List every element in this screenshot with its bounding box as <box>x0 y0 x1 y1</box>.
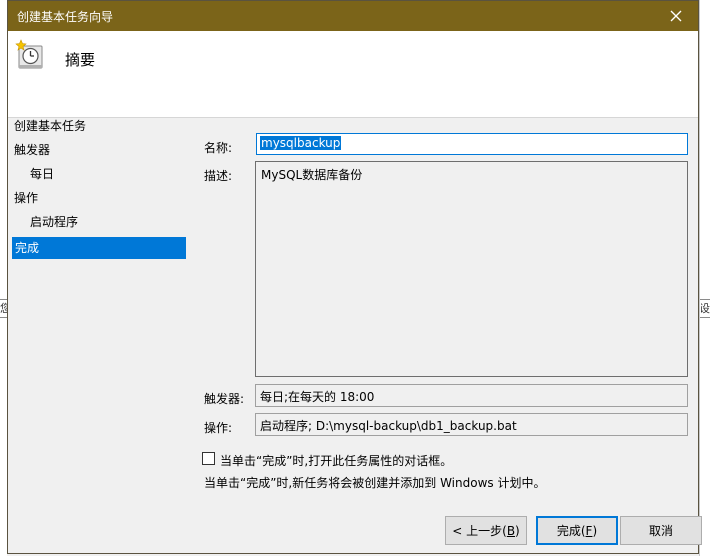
name-label: 名称: <box>204 141 233 155</box>
nav-item-create-basic-task[interactable]: 创建基本任务 <box>14 115 86 137</box>
nav-item-trigger[interactable]: 触发器 <box>14 139 50 161</box>
background-row-line <box>700 317 710 318</box>
action-value: 启动程序; D:\mysql-backup\db1_backup.bat <box>260 419 517 433</box>
title-bar[interactable]: 创建基本任务向导 <box>8 1 698 31</box>
page-title: 摘要 <box>65 51 96 69</box>
description-value: MySQL数据库备份 <box>261 168 363 182</box>
task-clock-icon <box>15 39 43 69</box>
background-row-line <box>0 299 7 300</box>
finish-info-text: 当单击“完成”时,新任务将会被创建并添加到 Windows 计划中。 <box>204 476 546 490</box>
background-row-line <box>0 317 7 318</box>
background-row-line <box>700 299 710 300</box>
trigger-value: 每日;在每天的 18:00 <box>260 390 375 404</box>
open-properties-checkbox[interactable] <box>202 452 215 465</box>
wizard-dialog: 创建基本任务向导 摘要 创建基本任务 触发器 每日 操作 启动程序 完成 名称:… <box>7 0 702 554</box>
open-properties-label[interactable]: 当单击“完成”时,打开此任务属性的对话框。 <box>220 452 452 469</box>
nav-item-start-program[interactable]: 启动程序 <box>30 211 78 233</box>
background-divider <box>699 0 700 556</box>
finish-button[interactable]: 完成(F) <box>536 516 618 545</box>
action-label: 操作: <box>204 421 233 435</box>
nav-item-action[interactable]: 操作 <box>14 187 38 209</box>
name-input-value: mysqlbackup <box>260 136 342 150</box>
back-button[interactable]: < 上一步(B) <box>445 516 527 545</box>
trigger-value-field: 每日;在每天的 18:00 <box>255 384 688 407</box>
background-window-left-edge <box>0 0 7 556</box>
nav-item-finish[interactable]: 完成 <box>12 237 186 259</box>
nav-item-daily[interactable]: 每日 <box>30 163 54 185</box>
description-label: 描述: <box>204 169 233 183</box>
trigger-label: 触发器: <box>204 392 245 406</box>
background-text-left: 您 <box>0 302 7 315</box>
wizard-header: 摘要 <box>8 31 698 118</box>
window-title: 创建基本任务向导 <box>17 10 114 24</box>
background-window-right-edge <box>700 0 710 556</box>
close-button[interactable] <box>654 1 698 31</box>
background-text-right: 设 <box>701 302 710 315</box>
cancel-button[interactable]: 取消 <box>620 516 702 545</box>
description-textarea[interactable]: MySQL数据库备份 <box>255 161 688 377</box>
close-icon <box>670 10 682 22</box>
name-input[interactable]: mysqlbackup <box>256 133 688 155</box>
action-value-field: 启动程序; D:\mysql-backup\db1_backup.bat <box>255 413 688 436</box>
